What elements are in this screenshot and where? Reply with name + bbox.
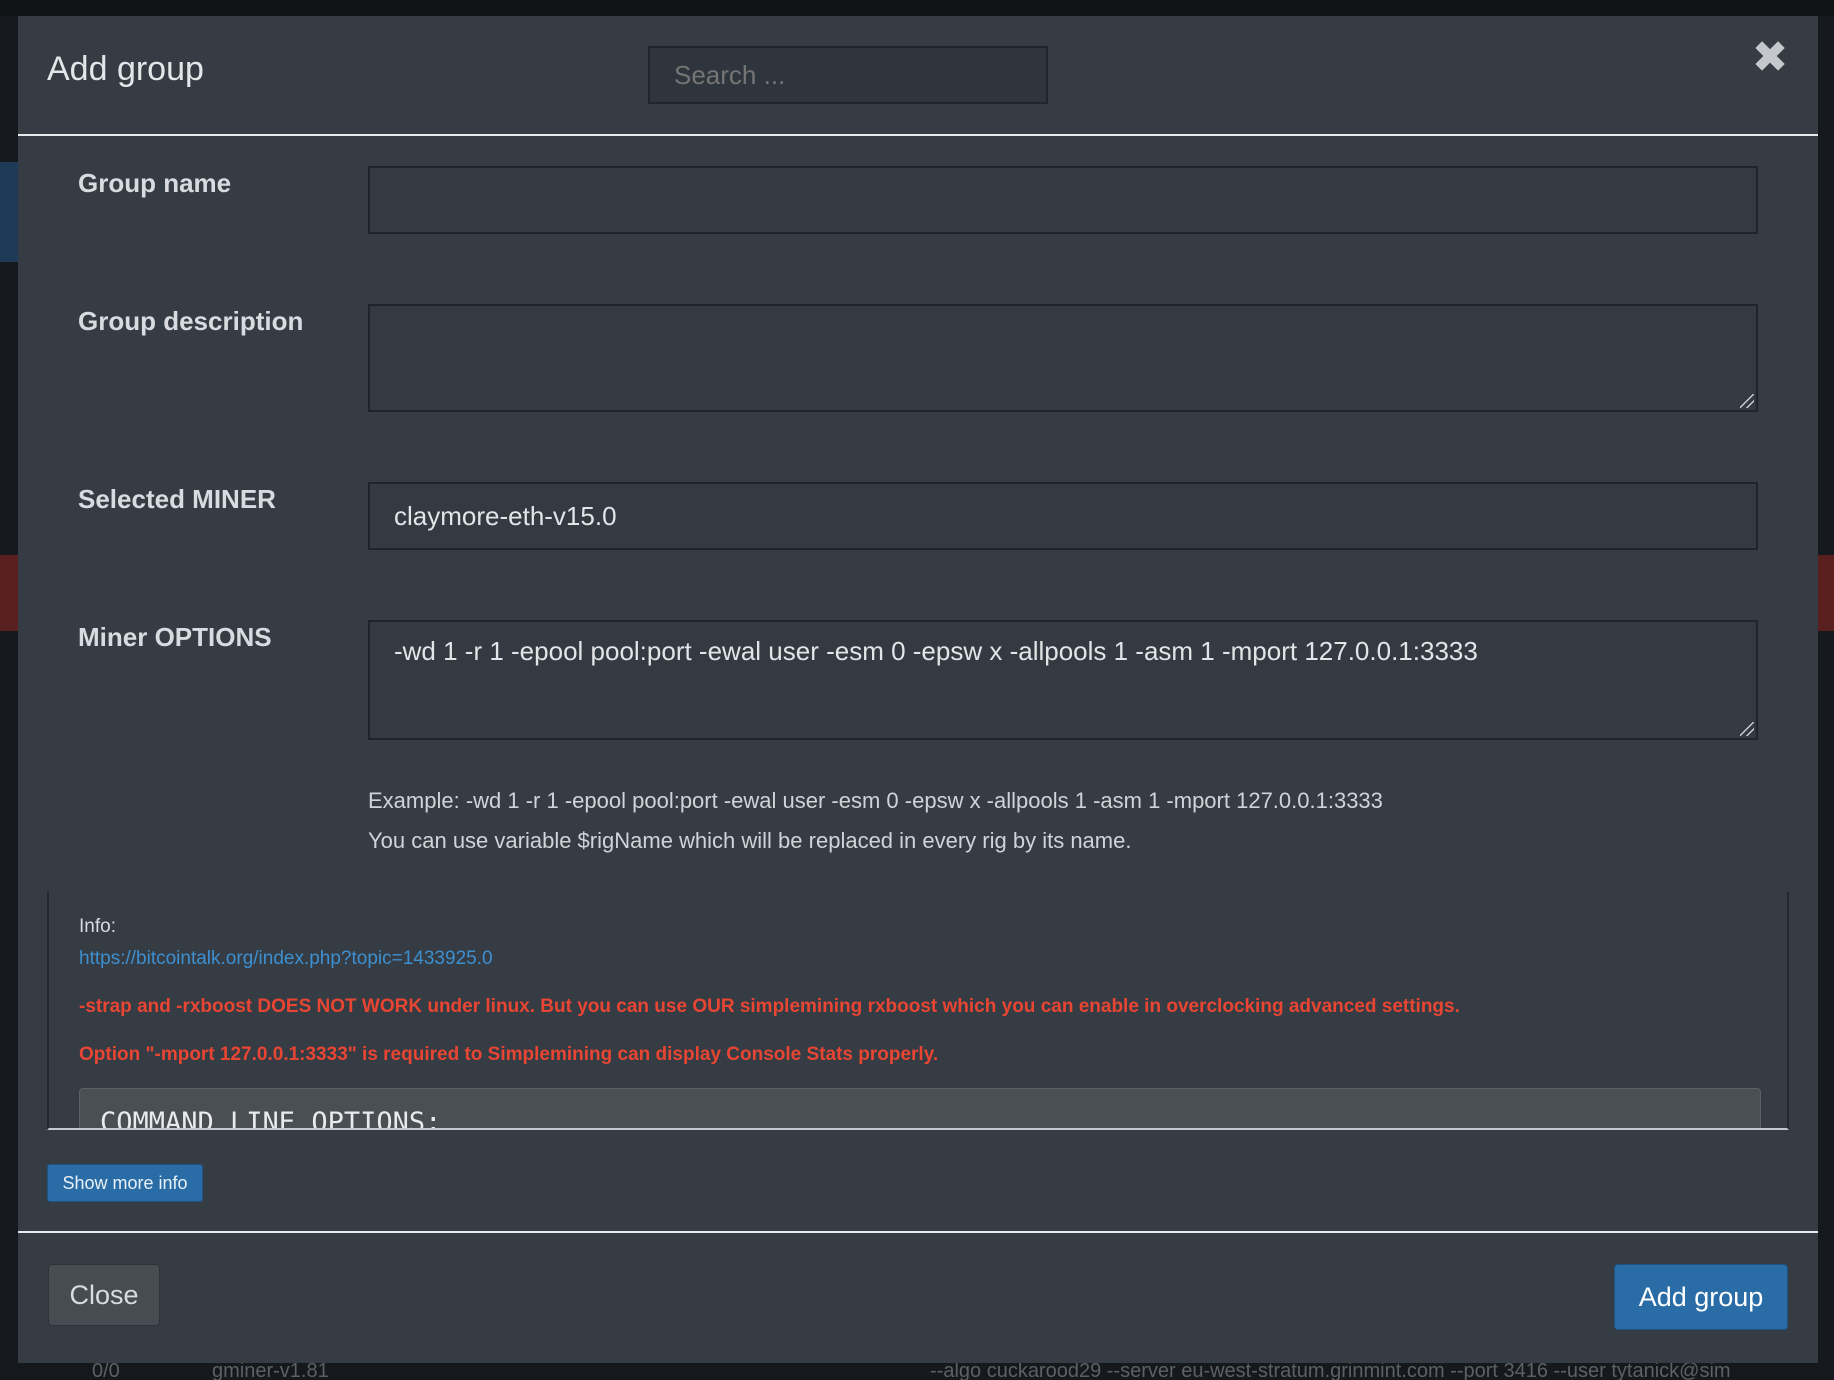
miner-options-field[interactable]: -wd 1 -r 1 -epool pool:port -ewal user -… bbox=[368, 620, 1758, 740]
info-label: Info: bbox=[79, 916, 116, 937]
info-panel[interactable]: Info: https://bitcointalk.org/index.php?… bbox=[47, 892, 1789, 1130]
show-more-info-button[interactable]: Show more info bbox=[47, 1164, 203, 1202]
selected-miner-label: Selected MINER bbox=[78, 484, 276, 514]
modal-header: Add group ✖ bbox=[18, 16, 1818, 136]
background-row-options: --algo cuckarood29 --server eu-west-stra… bbox=[930, 1362, 1731, 1380]
rxboost-warning: -strap and -rxboost DOES NOT WORK under … bbox=[79, 996, 1460, 1017]
close-button[interactable]: Close bbox=[48, 1264, 160, 1326]
command-line-options-block: COMMAND LINE OPTIONS: bbox=[79, 1088, 1761, 1130]
group-name-label: Group name bbox=[78, 168, 232, 198]
background-table-row: 0/0 gminer-v1.81 --algo cuckarood29 --se… bbox=[80, 1362, 1834, 1380]
miner-options-value: -wd 1 -r 1 -epool pool:port -ewal user -… bbox=[394, 636, 1478, 666]
miner-options-label: Miner OPTIONS bbox=[78, 622, 272, 652]
group-description-label: Group description bbox=[78, 306, 304, 336]
group-description-field[interactable] bbox=[368, 304, 1758, 412]
add-group-button[interactable]: Add group bbox=[1614, 1264, 1788, 1330]
add-group-modal: Add group ✖ Group name Group description… bbox=[18, 16, 1818, 1363]
group-name-field[interactable] bbox=[368, 166, 1758, 234]
background-header-strip bbox=[0, 0, 1834, 16]
background-row-count: 0/0 bbox=[92, 1362, 120, 1380]
background-row-miner: gminer-v1.81 bbox=[212, 1362, 329, 1380]
selected-miner-field[interactable]: claymore-eth-v15.0 bbox=[368, 482, 1758, 550]
mport-warning: Option "-mport 127.0.0.1:3333" is requir… bbox=[79, 1044, 939, 1065]
miner-options-example: Example: -wd 1 -r 1 -epool pool:port -ew… bbox=[368, 788, 1383, 813]
modal-title: Add group bbox=[47, 50, 204, 88]
bitcointalk-link[interactable]: https://bitcointalk.org/index.php?topic=… bbox=[79, 948, 493, 970]
search-input[interactable] bbox=[648, 46, 1048, 104]
footer-divider bbox=[18, 1231, 1818, 1233]
rigname-variable-hint: You can use variable $rigName which will… bbox=[368, 828, 1132, 853]
command-line-header: COMMAND LINE OPTIONS: bbox=[100, 1107, 442, 1130]
resize-handle-icon[interactable] bbox=[1740, 722, 1754, 736]
resize-handle-icon[interactable] bbox=[1740, 394, 1754, 408]
close-icon[interactable]: ✖ bbox=[1750, 36, 1790, 80]
